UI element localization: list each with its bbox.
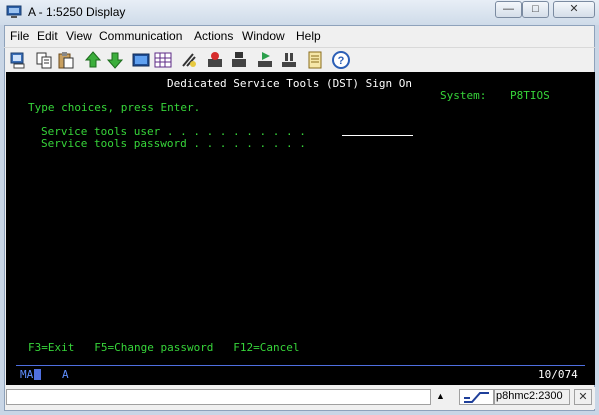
close-icon: ✕ [569,3,579,15]
close-small-icon: ✕ [578,391,588,403]
macro-icon[interactable] [179,50,199,70]
window-title: A - 1:5250 Display [28,5,126,19]
record-macro-icon[interactable] [205,50,225,70]
instruction-text: Type choices, press Enter. [28,101,201,114]
system-label: System: [440,89,487,102]
menu-edit[interactable]: Edit [37,29,58,43]
menu-window[interactable]: Window [242,29,285,43]
help-icon[interactable]: ? [331,50,351,70]
scroll-up-arrow-icon[interactable]: ▲ [436,391,445,401]
status-message-field [6,389,431,405]
status-bar: ▲ p8hmc2:2300 ✕ [6,387,595,409]
oia-cursor-block [34,369,41,380]
oia-mode: A [62,368,69,381]
menu-help[interactable]: Help [296,29,321,43]
terminal-app-icon [6,5,22,18]
system-value: P8TIOS [510,89,550,102]
menu-actions[interactable]: Actions [194,29,233,43]
keypad-icon[interactable] [153,50,173,70]
minimize-button[interactable]: — [495,1,522,18]
display-icon[interactable] [131,50,151,70]
host-name: p8hmc2:2300 [496,390,563,402]
stop-macro-icon[interactable] [229,50,249,70]
menu-file[interactable]: File [10,29,29,43]
paste-icon[interactable] [56,50,76,70]
notes-icon[interactable] [305,50,325,70]
oia-status: MA [20,368,34,381]
connection-status [459,389,494,405]
play-macro-icon[interactable] [255,50,275,70]
menu-bar: File Edit View Communication Actions Win… [4,26,595,46]
toolbar: ? [4,47,595,72]
status-close-button[interactable]: ✕ [574,389,592,405]
password-field-label: Service tools password . . . . . . . . . [41,137,306,150]
minimize-icon: — [503,3,514,15]
menu-communication[interactable]: Communication [99,29,182,43]
print-screen-icon[interactable] [8,50,28,70]
maximize-button[interactable]: □ [522,1,549,18]
cursor-position: 10/074 [538,368,578,381]
title-bar: A - 1:5250 Display — □ ✕ [0,0,599,25]
user-field-underline[interactable] [342,135,413,136]
svg-text:?: ? [338,55,345,67]
screen-title: Dedicated Service Tools (DST) Sign On [167,77,413,90]
receive-icon[interactable] [105,50,125,70]
maximize-icon: □ [532,3,539,15]
function-keys: F3=Exit F5=Change password F12=Cancel [28,341,300,354]
oia-separator [16,365,585,366]
send-icon[interactable] [83,50,103,70]
menu-view[interactable]: View [66,29,92,43]
copy-icon[interactable] [34,50,54,70]
terminal-screen[interactable]: Dedicated Service Tools (DST) Sign On Sy… [6,72,595,385]
close-button[interactable]: ✕ [553,1,595,18]
connection-icon [464,392,489,403]
pause-icon[interactable] [279,50,299,70]
